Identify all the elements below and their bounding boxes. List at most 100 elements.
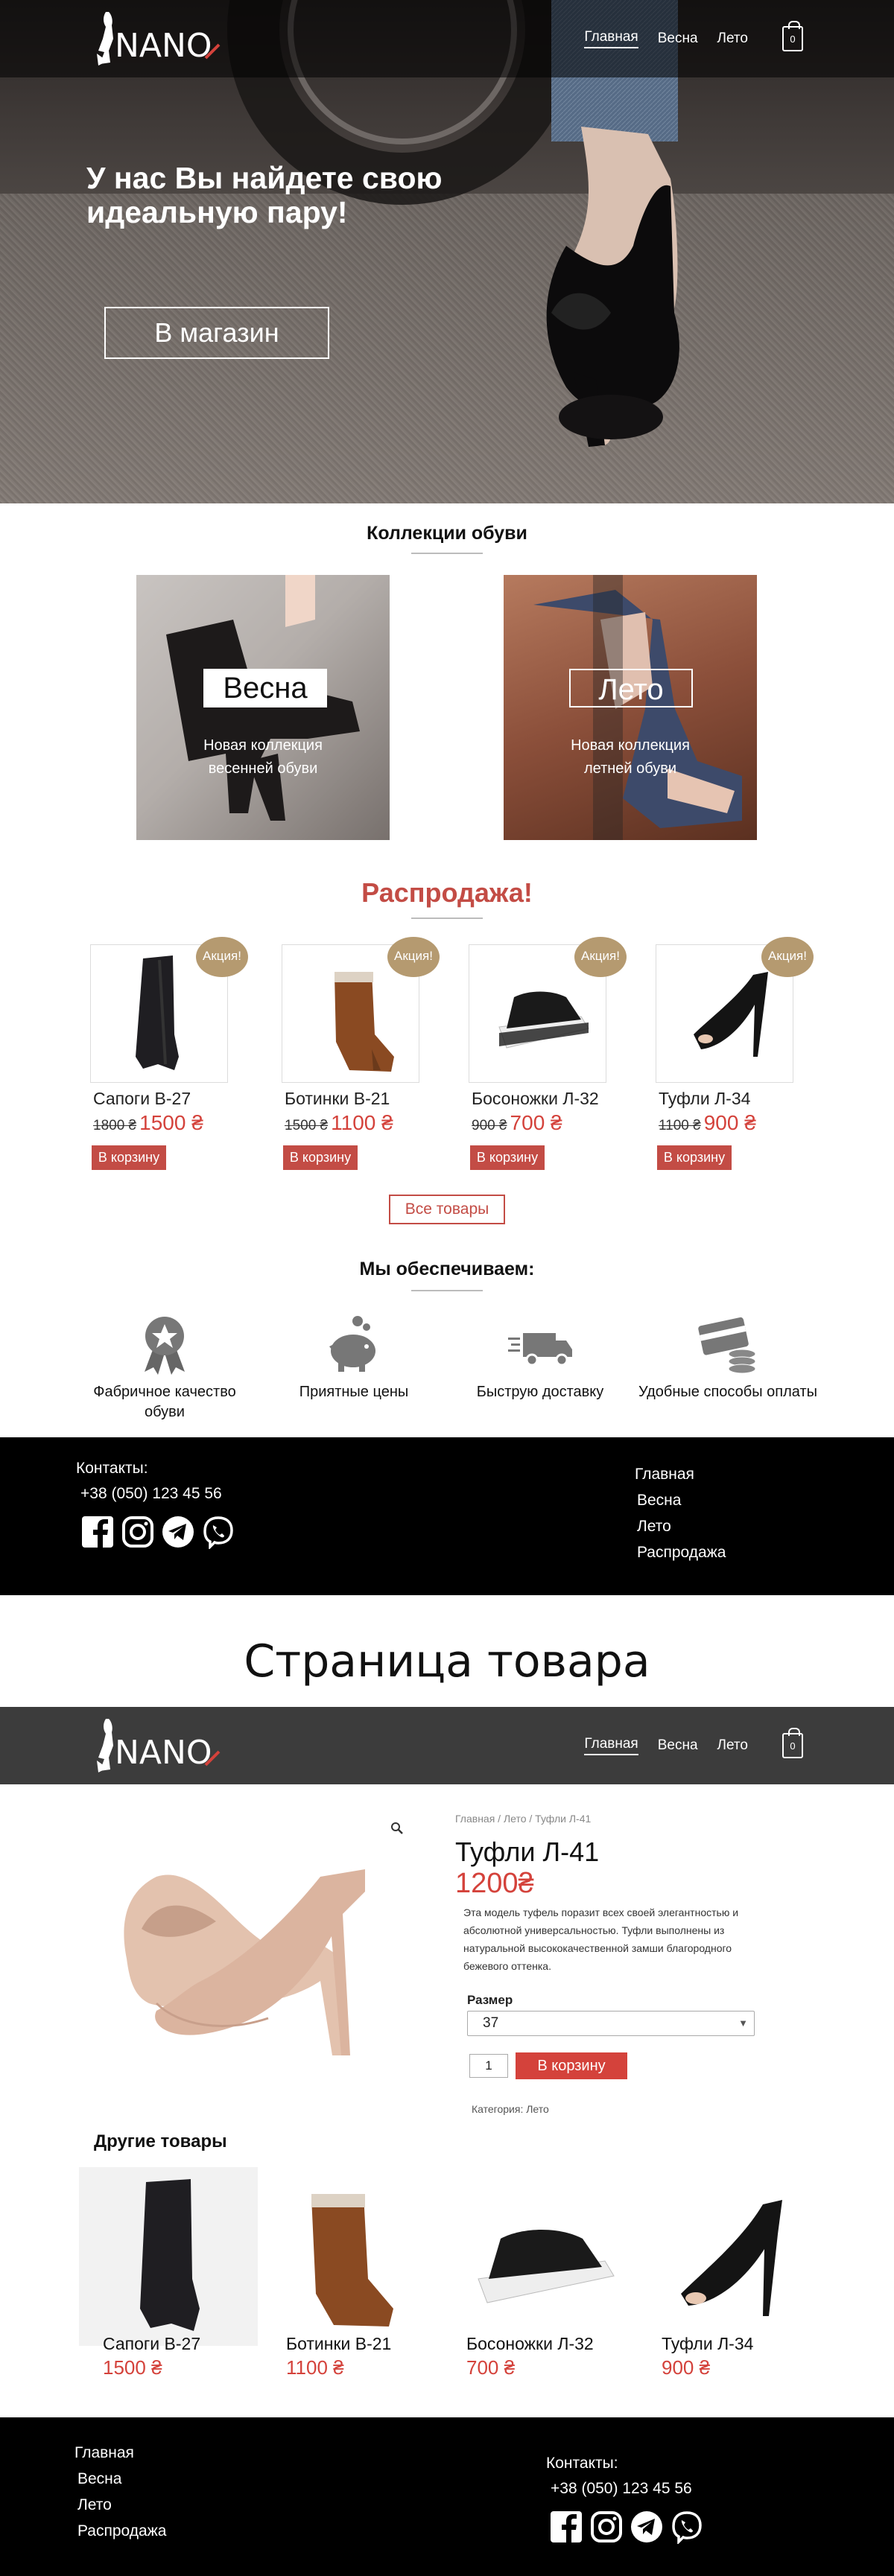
peep-toe-heel-image[interactable] xyxy=(644,2167,822,2346)
footer-main: Контакты: +38 (050) 123 45 56 Главная Ве… xyxy=(0,1437,894,1595)
logo-heel-mark xyxy=(204,1750,221,1766)
collection-spring-sub2: весенней обуви xyxy=(208,760,318,777)
feature-delivery-text: Быструю доставку xyxy=(476,1384,604,1400)
new-price: 1100 ₴ xyxy=(331,1111,393,1134)
feature-payment: Удобные способы оплаты xyxy=(635,1311,821,1430)
footer-phone[interactable]: +38 (050) 123 45 56 xyxy=(80,1485,222,1503)
all-products-button[interactable]: Все товары xyxy=(389,1195,505,1224)
nav-summer[interactable]: Лето xyxy=(717,31,748,47)
telegram-icon[interactable] xyxy=(161,1515,195,1549)
nav-spring[interactable]: Весна xyxy=(658,1737,698,1754)
product-description: Эта модель туфель поразит всех своей эле… xyxy=(463,1906,739,1972)
other-products-title: Другие товары xyxy=(94,2131,227,2152)
nav-home[interactable]: Главная xyxy=(584,29,638,48)
price-row: 1800 ₴ 1500 ₴ xyxy=(93,1111,203,1135)
product-name[interactable]: Туфли Л-34 xyxy=(659,1089,750,1109)
product-name[interactable]: Сапоги В-27 xyxy=(103,2334,200,2354)
add-to-cart-button[interactable]: В корзину xyxy=(657,1145,732,1170)
feature-prices-text: Приятные цены xyxy=(299,1384,409,1400)
facebook-icon[interactable] xyxy=(549,2510,583,2544)
breadcrumb[interactable]: Главная / Лето / Туфли Л-41 xyxy=(455,1813,591,1825)
cart-icon[interactable]: 0 xyxy=(782,1728,803,1758)
sale-title: Распродажа! xyxy=(361,877,533,908)
quantity-input[interactable]: 1 xyxy=(469,2054,508,2078)
price-row: 1500 ₴ 1100 ₴ xyxy=(285,1111,393,1135)
card-coins-icon xyxy=(698,1317,756,1374)
viber-icon[interactable] xyxy=(201,1515,235,1549)
tall-boot-image[interactable] xyxy=(79,2167,258,2346)
footer-link-summer[interactable]: Лето xyxy=(637,1518,671,1536)
instagram-icon[interactable] xyxy=(589,2510,624,2544)
footer-link-summer[interactable]: Лето xyxy=(77,2496,112,2514)
footer-link-home[interactable]: Главная xyxy=(635,1466,694,1483)
medal-icon xyxy=(145,1317,185,1375)
size-label: Размер xyxy=(467,1993,513,2007)
footer-link-sale[interactable]: Распродажа xyxy=(637,1544,726,1562)
footer-link-spring[interactable]: Весна xyxy=(77,2470,121,2488)
facebook-icon[interactable] xyxy=(80,1515,115,1549)
nav-spring[interactable]: Весна xyxy=(658,31,698,47)
collections-title: Коллекции обуви xyxy=(367,523,527,544)
new-price: 700 ₴ xyxy=(510,1111,562,1134)
product-main-image[interactable] xyxy=(97,1832,417,2100)
add-to-cart-button[interactable]: В корзину xyxy=(470,1145,545,1170)
product-title: Туфли Л-41 xyxy=(455,1836,600,1867)
collection-summer[interactable]: Лето Новая коллекция летней обуви xyxy=(504,575,757,840)
piggy-bank-icon xyxy=(329,1316,375,1372)
product-name[interactable]: Сапоги В-27 xyxy=(93,1089,191,1109)
collection-spring-sub1: Новая коллекция xyxy=(203,737,323,754)
add-to-cart-button[interactable]: В корзину xyxy=(92,1145,166,1170)
ankle-boot-image[interactable] xyxy=(267,2167,446,2346)
sale-product-sandals-l32[interactable]: Акция! Босоножки Л-32 900 ₴ 700 ₴ В корзи… xyxy=(469,937,627,1170)
zoom-icon[interactable] xyxy=(390,1822,404,1835)
sale-product-boots-v21[interactable]: Акция! Ботинки В-21 1500 ₴ 1100 ₴ В корзи… xyxy=(282,937,440,1170)
product-name[interactable]: Ботинки В-21 xyxy=(285,1089,390,1109)
old-price: 1100 ₴ xyxy=(659,1118,701,1133)
product-page-heading: Страница товара xyxy=(244,1635,650,1688)
feature-quality-text: Фабричное качество обуви xyxy=(93,1384,236,1420)
product-name[interactable]: Босоножки Л-32 xyxy=(472,1089,599,1109)
footer-link-sale[interactable]: Распродажа xyxy=(77,2522,166,2540)
sale-badge: Акция! xyxy=(761,937,814,977)
telegram-icon[interactable] xyxy=(630,2510,664,2544)
nav-home[interactable]: Главная xyxy=(584,1736,638,1755)
sale-product-shoes-l34[interactable]: Акция! Туфли Л-34 1100 ₴ 900 ₴ В корзину xyxy=(656,937,814,1170)
price-row: 900 ₴ 700 ₴ xyxy=(472,1111,562,1135)
old-price: 1500 ₴ xyxy=(285,1118,329,1133)
product-name[interactable]: Туфли Л-34 xyxy=(662,2334,753,2354)
footer-link-spring[interactable]: Весна xyxy=(637,1492,681,1510)
collection-spring-label: Весна xyxy=(203,669,327,707)
footer-phone[interactable]: +38 (050) 123 45 56 xyxy=(551,2480,692,2498)
add-to-cart-button[interactable]: В корзину xyxy=(516,2052,627,2079)
feature-prices: Приятные цены xyxy=(261,1311,447,1430)
features-title: Мы обеспечиваем: xyxy=(359,1259,535,1279)
logo-text: NANO xyxy=(115,1734,212,1772)
nav-summer[interactable]: Лето xyxy=(717,1737,748,1754)
instagram-icon[interactable] xyxy=(121,1515,155,1549)
footer-link-home[interactable]: Главная xyxy=(74,2444,134,2462)
size-select[interactable]: 37 xyxy=(467,2011,755,2036)
other-product-boots-v27[interactable]: Сапоги В-27 1500 ₴ xyxy=(79,2167,258,2391)
features-underline xyxy=(411,1290,483,1291)
other-product-sandals-l32[interactable]: Босоножки Л-32 700 ₴ xyxy=(456,2167,635,2391)
other-product-shoes-l34[interactable]: Туфли Л-34 900 ₴ xyxy=(644,2167,822,2391)
viber-icon[interactable] xyxy=(670,2510,704,2544)
product-name[interactable]: Ботинки В-21 xyxy=(286,2334,391,2354)
cart-count: 0 xyxy=(790,34,796,45)
collection-spring[interactable]: Весна Новая коллекция весенней обуви xyxy=(136,575,390,840)
cart-icon[interactable]: 0 xyxy=(782,21,803,51)
hero-title: У нас Вы найдете свою идеальную пару! xyxy=(86,161,443,229)
other-product-boots-v21[interactable]: Ботинки В-21 1100 ₴ xyxy=(267,2167,446,2391)
product-category[interactable]: Категория: Лето xyxy=(472,2103,549,2115)
add-to-cart-button[interactable]: В корзину xyxy=(283,1145,358,1170)
main-nav: Главная Весна Лето 0 xyxy=(584,1707,894,1784)
sale-product-boots-v27[interactable]: Акция! Сапоги В-27 1800 ₴ 1500 ₴ В корзин… xyxy=(90,937,248,1170)
product-name[interactable]: Босоножки Л-32 xyxy=(466,2334,594,2354)
shop-button[interactable]: В магазин xyxy=(104,307,329,359)
footer-contacts-label: Контакты: xyxy=(546,2455,618,2472)
sandal-image[interactable] xyxy=(456,2167,635,2346)
sale-badge: Акция! xyxy=(387,937,440,977)
product-price: 900 ₴ xyxy=(662,2356,711,2379)
product-page-header: NANO Главная Весна Лето 0 xyxy=(0,1707,894,1784)
product-price: 1500 ₴ xyxy=(103,2356,162,2379)
